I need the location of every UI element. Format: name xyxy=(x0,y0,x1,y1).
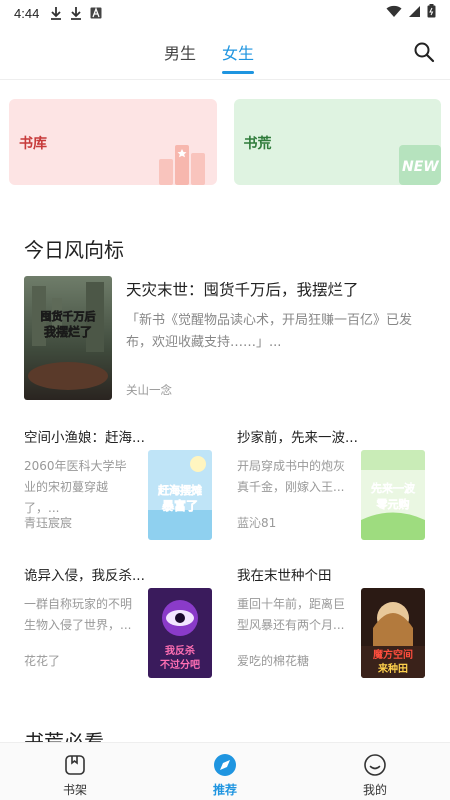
search-icon[interactable] xyxy=(412,40,436,64)
svg-text:来种田: 来种田 xyxy=(377,662,408,675)
battery-icon xyxy=(427,4,436,22)
compass-icon xyxy=(214,754,236,776)
book-title[interactable]: 我在末世种个田 xyxy=(237,564,359,584)
featured-book-author: 关山一念 xyxy=(126,383,172,397)
featured-book-desc: 「新书《觉醒物品读心术，开局狂赚一百亿》已发布，欢迎收藏支持……」... xyxy=(126,313,413,350)
svg-text:赶海摆摊: 赶海摆摊 xyxy=(157,483,202,497)
book-item[interactable]: 我在末世种个田 重回十年前，距离巨型风暴还有两个月... 爱吃的棉花糖 魔方空间… xyxy=(237,564,427,684)
tab-female[interactable]: 女生 xyxy=(222,40,255,74)
svg-text:魔方空间: 魔方空间 xyxy=(373,648,413,661)
book-author: 青珏宸宸 xyxy=(24,516,73,530)
featured-book-cover[interactable]: 囤货千万后 我摆烂了 xyxy=(24,276,112,400)
book-title[interactable]: 诡异入侵，我反杀... xyxy=(24,564,146,584)
book-author: 蓝沁81 xyxy=(237,516,277,530)
status-time: 4:44 xyxy=(14,5,40,21)
book-item[interactable]: 诡异入侵，我反杀... 一群自称玩家的不明生物入侵了世界，... 花花了 我反杀… xyxy=(24,564,214,684)
bookshelf-icon xyxy=(65,755,85,775)
shortage-label: 书荒 xyxy=(243,136,272,152)
book-cover[interactable]: 赶海摆摊 暴富了 xyxy=(148,450,212,540)
status-bar: 4:44 xyxy=(0,0,450,26)
book-desc: 开局穿成书中的炮灰真千金，刚嫁入王... xyxy=(237,459,346,494)
library-card[interactable]: 书库 xyxy=(9,99,217,185)
category-cards: 书库 书荒 NEW xyxy=(9,99,441,185)
bar-chart-icon xyxy=(158,145,205,185)
nav-bookshelf[interactable]: 书架 xyxy=(0,743,150,800)
book-item[interactable]: 抄家前，先来一波... 开局穿成书中的炮灰真千金，刚嫁入王... 蓝沁81 先来… xyxy=(237,426,427,546)
book-desc: 重回十年前，距离巨型风暴还有两个月... xyxy=(237,597,346,632)
featured-cover-subtitle: 我摆烂了 xyxy=(44,324,92,339)
smile-icon xyxy=(364,754,386,776)
svg-text:先来一波: 先来一波 xyxy=(371,481,416,495)
svg-text:暴富了: 暴富了 xyxy=(161,498,198,513)
bottom-nav: 书架 推荐 我的 xyxy=(0,742,450,800)
signal-icon xyxy=(408,5,421,22)
book-author: 花花了 xyxy=(24,654,61,668)
new-badge-text: NEW xyxy=(402,159,439,175)
download-icon xyxy=(49,6,63,20)
book-cover[interactable]: 我反杀 不过分吧 xyxy=(148,588,212,678)
nav-label: 我的 xyxy=(362,783,387,797)
svg-text:不过分吧: 不过分吧 xyxy=(160,658,200,671)
wifi-icon xyxy=(386,5,402,22)
svg-text:零元购: 零元购 xyxy=(376,497,410,511)
nav-recommend[interactable]: 推荐 xyxy=(150,743,300,800)
nav-mine[interactable]: 我的 xyxy=(300,743,450,800)
book-title[interactable]: 空间小渔娘：赶海... xyxy=(24,426,146,446)
book-desc: 2060年医科大学毕业的宋初蔓穿越了，... xyxy=(24,459,127,515)
featured-cover-title: 囤货千万后 xyxy=(41,309,96,323)
svg-text:我反杀: 我反杀 xyxy=(165,644,195,657)
section-title-trend: 今日风向标 xyxy=(24,238,124,262)
nav-label: 书架 xyxy=(62,783,87,797)
featured-book[interactable]: 囤货千万后 我摆烂了 天灾末世：囤货千万后，我摆烂了 「新书《觉醒物品读心术，开… xyxy=(24,276,426,402)
library-label: 书库 xyxy=(19,136,47,152)
text-a-icon xyxy=(89,6,103,20)
book-cover[interactable]: 先来一波 零元购 xyxy=(361,450,425,540)
gender-tabs: 男生 女生 xyxy=(164,40,255,74)
featured-book-title[interactable]: 天灾末世：囤货千万后，我摆烂了 xyxy=(126,278,426,300)
tab-male[interactable]: 男生 xyxy=(164,40,196,74)
new-badge-icon: NEW xyxy=(399,145,441,185)
book-item[interactable]: 空间小渔娘：赶海... 2060年医科大学毕业的宋初蔓穿越了，... 青珏宸宸 … xyxy=(24,426,214,546)
shortage-card[interactable]: 书荒 NEW xyxy=(233,99,441,185)
nav-label: 推荐 xyxy=(212,783,237,797)
book-cover[interactable]: 魔方空间 来种田 xyxy=(361,588,425,678)
book-author: 爱吃的棉花糖 xyxy=(237,654,310,668)
download-icon xyxy=(69,6,83,20)
book-title[interactable]: 抄家前，先来一波... xyxy=(237,426,359,446)
book-desc: 一群自称玩家的不明生物入侵了世界，... xyxy=(24,597,133,632)
top-bar: 男生 女生 xyxy=(0,26,450,80)
